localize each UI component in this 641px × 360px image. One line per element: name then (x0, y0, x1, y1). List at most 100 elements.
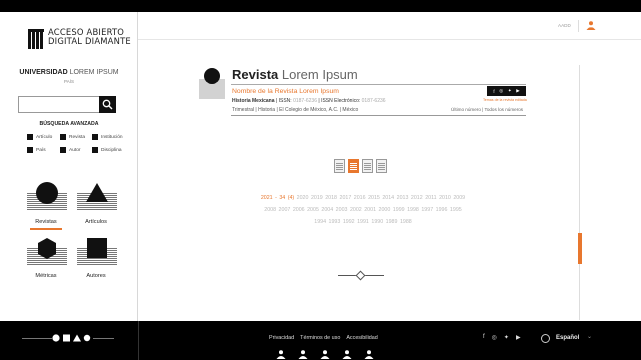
person-icon (298, 350, 308, 359)
rule (231, 115, 526, 116)
user-icon[interactable] (586, 21, 596, 30)
category-label-articulos[interactable]: Artículos (66, 219, 126, 225)
twitter-icon[interactable]: ✦ (508, 88, 512, 94)
year-row: 2021 - 34 (4) 2020 2019 2018 2017 2016 2… (253, 192, 473, 204)
year-link[interactable]: 2008 (264, 207, 276, 213)
grid-view-button[interactable] (348, 159, 359, 173)
year-link[interactable]: 1997 (421, 207, 433, 213)
search-input[interactable] (19, 101, 97, 117)
circle-icon (36, 182, 58, 204)
year-link[interactable]: 2006 (293, 207, 305, 213)
person-icon (276, 350, 286, 359)
terms-link[interactable]: Términos de uso (300, 335, 340, 341)
chevron-down-icon[interactable]: ⌄ (587, 333, 592, 340)
privacy-link[interactable]: Privacidad (269, 335, 294, 341)
filter-revista[interactable]: Revista (60, 134, 92, 140)
instagram-icon[interactable]: ◎ (499, 88, 503, 94)
year-link-active[interactable]: 2021 - 34 (4) (261, 195, 294, 201)
year-link[interactable]: 2000 (379, 207, 391, 213)
youtube-icon[interactable]: ▶ (516, 334, 521, 341)
year-link[interactable]: 2002 (350, 207, 362, 213)
year-link[interactable]: 1989 (386, 219, 398, 225)
year-link[interactable]: 1992 (343, 219, 355, 225)
view-toggle (334, 159, 387, 173)
year-link[interactable]: 1990 (371, 219, 383, 225)
year-link[interactable]: 2005 (307, 207, 319, 213)
year-link[interactable]: 1996 (436, 207, 448, 213)
main-content: AADD Revista Lorem Ipsum Nombre de la Re… (138, 12, 641, 321)
category-articulos[interactable] (77, 176, 117, 214)
year-row: 1994 1993 1992 1991 1990 1989 1988 (253, 216, 473, 228)
year-link[interactable]: 2011 (425, 195, 436, 201)
filter-pais[interactable]: País (27, 147, 60, 153)
year-link[interactable]: 2014 (382, 195, 394, 201)
year-link[interactable]: 2001 (364, 207, 376, 213)
accessibility-link[interactable]: Accesibilidad (346, 335, 377, 341)
language-select[interactable]: Español (556, 335, 579, 341)
year-link[interactable]: 2019 (311, 195, 323, 201)
app: ACCESO ABIERTO DIGITAL DIAMANTE UNIVERSI… (0, 0, 641, 360)
journal-name-link[interactable]: Nombre de la Revista Lorem Ipsum (232, 88, 339, 95)
scrollbar-thumb[interactable] (578, 233, 582, 264)
instagram-icon[interactable]: ◎ (492, 334, 497, 341)
youtube-icon[interactable]: ▶ (516, 88, 519, 94)
year-link[interactable]: 1998 (407, 207, 419, 213)
category-label-autores[interactable]: Autores (66, 273, 126, 279)
search-box (18, 96, 116, 117)
year-link[interactable]: 2004 (321, 207, 333, 213)
year-link[interactable]: 1999 (393, 207, 405, 213)
scrollbar-track[interactable] (579, 65, 583, 320)
year-link[interactable]: 2015 (368, 195, 380, 201)
person-icon (320, 350, 330, 359)
list-view-button[interactable] (334, 159, 345, 173)
category-metricas[interactable] (27, 231, 67, 269)
search-button[interactable] (99, 96, 116, 113)
facebook-icon[interactable]: f (493, 89, 494, 94)
circle-icon (83, 334, 91, 342)
year-link[interactable]: 1995 (450, 207, 462, 213)
twitter-icon[interactable]: ✦ (504, 334, 509, 341)
divider (138, 321, 139, 360)
year-link[interactable]: 1991 (357, 219, 369, 225)
journal-details: Trimestral | Historia | El Colegio de Mé… (232, 107, 359, 113)
filter-autor[interactable]: Autor (60, 147, 92, 153)
category-autores[interactable] (77, 231, 117, 269)
top-bar: AADD (138, 12, 641, 40)
logo-columns-icon (28, 29, 44, 49)
year-link[interactable]: 2003 (336, 207, 348, 213)
facebook-icon[interactable]: f (483, 334, 485, 341)
triangle-icon (86, 183, 108, 202)
year-link[interactable]: 1994 (314, 219, 326, 225)
issue-links[interactable]: Último número | Todos los números (451, 107, 523, 112)
footer: Privacidad Términos de uso Accesibilidad… (0, 321, 641, 360)
site-logo[interactable]: ACCESO ABIERTO DIGITAL DIAMANTE (28, 28, 131, 49)
year-link[interactable]: 2018 (325, 195, 337, 201)
year-link[interactable]: 2007 (279, 207, 291, 213)
filter-disciplina[interactable]: Disciplina (92, 147, 131, 153)
university-name: UNIVERSIDAD LOREM IPSUM (19, 69, 119, 76)
year-link[interactable]: 2017 (340, 195, 352, 201)
filter-institucion[interactable]: Institución (92, 134, 131, 140)
logo-line-2: DIGITAL DIAMANTE (48, 36, 131, 46)
year-link[interactable]: 2012 (411, 195, 423, 201)
year-link[interactable]: 1988 (400, 219, 412, 225)
year-link[interactable]: 2013 (397, 195, 409, 201)
category-revistas[interactable] (27, 176, 67, 214)
advanced-search-link[interactable]: BÚSQUEDA AVANZADA (0, 121, 138, 127)
year-row: 2008 2007 2006 2005 2004 2003 2002 2001 … (253, 204, 473, 216)
detail-view-button[interactable] (376, 159, 387, 173)
year-link[interactable]: 1993 (329, 219, 341, 225)
filter-articulo[interactable]: Artículo (27, 134, 60, 140)
year-link[interactable]: 2010 (439, 195, 451, 201)
globe-icon[interactable] (541, 334, 550, 343)
footer-logo-shapes (22, 333, 114, 343)
compact-view-button[interactable] (362, 159, 373, 173)
journal-topics-link[interactable]: Temas de la revista editada (483, 98, 527, 102)
triangle-icon (73, 334, 81, 342)
year-link[interactable]: 2009 (453, 195, 465, 201)
language-toggle[interactable]: AADD (558, 23, 571, 28)
footer-people (276, 350, 374, 359)
checkbox-icon (60, 134, 66, 140)
year-link[interactable]: 2016 (354, 195, 366, 201)
year-link[interactable]: 2020 (297, 195, 309, 201)
